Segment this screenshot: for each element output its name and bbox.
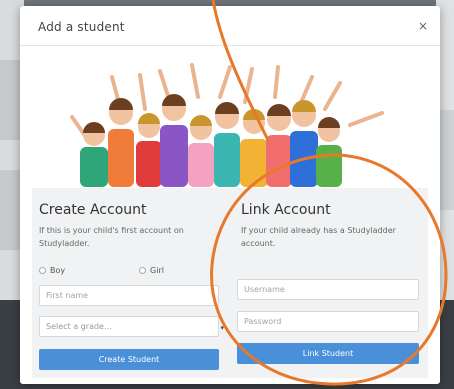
link-account-description: If your child already has a Studyladder …: [241, 226, 396, 248]
link-account-title: Link Account: [241, 202, 331, 218]
radio-boy[interactable]: Boy: [39, 266, 65, 275]
radio-circle[interactable]: [39, 267, 46, 274]
children-group-photo: [20, 47, 440, 187]
username-field[interactable]: [237, 279, 419, 300]
account-options: Create Account If this is your child's f…: [32, 188, 428, 378]
create-account-panel: Create Account If this is your child's f…: [32, 188, 230, 378]
password-input[interactable]: [244, 317, 418, 326]
radio-circle[interactable]: [139, 267, 146, 274]
first-name-field[interactable]: [39, 285, 219, 306]
radio-girl[interactable]: Girl: [139, 266, 164, 275]
close-icon[interactable]: ×: [418, 19, 428, 33]
modal-title: Add a student: [38, 20, 125, 34]
username-input[interactable]: [244, 285, 418, 294]
first-name-input[interactable]: [46, 291, 218, 300]
link-account-panel: Link Account If your child already has a…: [234, 188, 428, 378]
create-account-title: Create Account: [39, 202, 147, 218]
grade-select[interactable]: Select a grade... ▾: [39, 316, 224, 337]
create-student-button[interactable]: Create Student: [39, 349, 219, 370]
modal-header: Add a student ×: [20, 6, 440, 46]
caret-down-icon: ▾: [220, 324, 224, 332]
grade-select-value: Select a grade...: [46, 322, 112, 331]
radio-girl-label: Girl: [150, 266, 164, 275]
add-student-modal: Add a student × Create Account If this i…: [20, 6, 440, 384]
gender-radio-group: Boy Girl: [39, 266, 225, 278]
password-field[interactable]: [237, 311, 419, 332]
link-student-button[interactable]: Link Student: [237, 343, 419, 364]
radio-boy-label: Boy: [50, 266, 66, 275]
create-account-description: If this is your child's first account on…: [39, 226, 184, 248]
